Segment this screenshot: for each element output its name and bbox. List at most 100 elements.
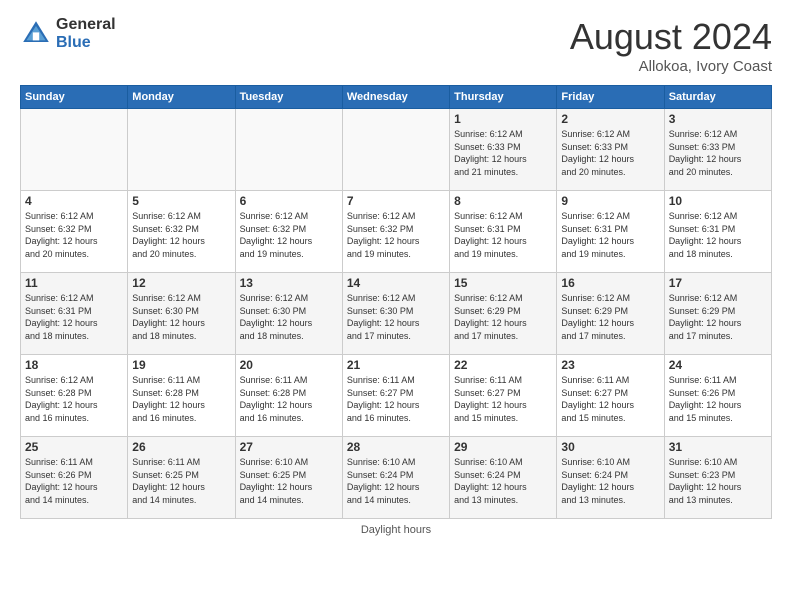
day-info: Sunrise: 6:11 AM Sunset: 6:28 PM Dayligh… — [132, 374, 230, 424]
calendar-day-cell: 15 Sunrise: 6:12 AM Sunset: 6:29 PM Dayli… — [450, 273, 557, 355]
calendar-week-row: 1 Sunrise: 6:12 AM Sunset: 6:33 PM Daylig… — [21, 109, 772, 191]
day-info: Sunrise: 6:12 AM Sunset: 6:31 PM Dayligh… — [669, 210, 767, 260]
day-info: Sunrise: 6:12 AM Sunset: 6:30 PM Dayligh… — [132, 292, 230, 342]
calendar-day-cell: 14 Sunrise: 6:12 AM Sunset: 6:30 PM Dayli… — [342, 273, 449, 355]
calendar-week-row: 18 Sunrise: 6:12 AM Sunset: 6:28 PM Dayli… — [21, 355, 772, 437]
calendar-day-cell: 31 Sunrise: 6:10 AM Sunset: 6:23 PM Dayli… — [664, 437, 771, 519]
calendar-day-cell: 9Sunrise: 6:12 AM Sunset: 6:31 PM Daylig… — [557, 191, 664, 273]
day-number: 28 — [347, 440, 445, 454]
day-number: 30 — [561, 440, 659, 454]
calendar-week-row: 25Sunrise: 6:11 AM Sunset: 6:26 PM Dayli… — [21, 437, 772, 519]
day-info: Sunrise: 6:11 AM Sunset: 6:26 PM Dayligh… — [669, 374, 767, 424]
day-info: Sunrise: 6:11 AM Sunset: 6:27 PM Dayligh… — [561, 374, 659, 424]
calendar-day-cell: 2 Sunrise: 6:12 AM Sunset: 6:33 PM Daylig… — [557, 109, 664, 191]
day-number: 18 — [25, 358, 123, 372]
calendar-day-cell: 4 Sunrise: 6:12 AM Sunset: 6:32 PM Daylig… — [21, 191, 128, 273]
day-number: 10 — [669, 194, 767, 208]
day-info: Sunrise: 6:10 AM Sunset: 6:25 PM Dayligh… — [240, 456, 338, 506]
calendar-day-cell: 12 Sunrise: 6:12 AM Sunset: 6:30 PM Dayli… — [128, 273, 235, 355]
calendar-day-cell — [128, 109, 235, 191]
day-info: Sunrise: 6:12 AM Sunset: 6:33 PM Dayligh… — [454, 128, 552, 178]
day-info: Sunrise: 6:11 AM Sunset: 6:26 PM Dayligh… — [25, 456, 123, 506]
day-number: 16 — [561, 276, 659, 290]
day-number: 4 — [25, 194, 123, 208]
calendar-day-cell: 16 Sunrise: 6:12 AM Sunset: 6:29 PM Dayli… — [557, 273, 664, 355]
day-header-thursday: Thursday — [450, 86, 557, 109]
calendar-day-cell — [21, 109, 128, 191]
month-year: August 2024 — [570, 16, 772, 58]
day-info: Sunrise: 6:12 AM Sunset: 6:31 PM Dayligh… — [25, 292, 123, 342]
calendar-day-cell: 23Sunrise: 6:11 AM Sunset: 6:27 PM Dayli… — [557, 355, 664, 437]
day-number: 7 — [347, 194, 445, 208]
day-info: Sunrise: 6:12 AM Sunset: 6:30 PM Dayligh… — [347, 292, 445, 342]
day-info: Sunrise: 6:10 AM Sunset: 6:24 PM Dayligh… — [347, 456, 445, 506]
footer: Daylight hours — [20, 524, 772, 536]
calendar-day-cell — [342, 109, 449, 191]
day-number: 21 — [347, 358, 445, 372]
day-info: Sunrise: 6:12 AM Sunset: 6:31 PM Dayligh… — [454, 210, 552, 260]
logo-blue-text: Blue — [56, 34, 116, 52]
day-number: 5 — [132, 194, 230, 208]
day-number: 24 — [669, 358, 767, 372]
calendar-day-cell — [235, 109, 342, 191]
day-info: Sunrise: 6:11 AM Sunset: 6:27 PM Dayligh… — [454, 374, 552, 424]
day-header-sunday: Sunday — [21, 86, 128, 109]
day-number: 31 — [669, 440, 767, 454]
day-number: 17 — [669, 276, 767, 290]
logo-general-text: General — [56, 16, 116, 34]
day-number: 20 — [240, 358, 338, 372]
calendar-day-cell: 21Sunrise: 6:11 AM Sunset: 6:27 PM Dayli… — [342, 355, 449, 437]
day-info: Sunrise: 6:12 AM Sunset: 6:32 PM Dayligh… — [240, 210, 338, 260]
calendar-day-cell: 6 Sunrise: 6:12 AM Sunset: 6:32 PM Daylig… — [235, 191, 342, 273]
day-number: 15 — [454, 276, 552, 290]
day-number: 11 — [25, 276, 123, 290]
day-info: Sunrise: 6:11 AM Sunset: 6:25 PM Dayligh… — [132, 456, 230, 506]
day-number: 2 — [561, 112, 659, 126]
calendar-day-cell: 10 Sunrise: 6:12 AM Sunset: 6:31 PM Dayli… — [664, 191, 771, 273]
page: General Blue August 2024 Allokoa, Ivory … — [0, 0, 792, 612]
day-info: Sunrise: 6:12 AM Sunset: 6:28 PM Dayligh… — [25, 374, 123, 424]
calendar-day-cell: 13Sunrise: 6:12 AM Sunset: 6:30 PM Dayli… — [235, 273, 342, 355]
day-number: 12 — [132, 276, 230, 290]
calendar-day-cell: 11 Sunrise: 6:12 AM Sunset: 6:31 PM Dayli… — [21, 273, 128, 355]
calendar-day-cell: 7 Sunrise: 6:12 AM Sunset: 6:32 PM Daylig… — [342, 191, 449, 273]
calendar-day-cell: 5 Sunrise: 6:12 AM Sunset: 6:32 PM Daylig… — [128, 191, 235, 273]
calendar-day-cell: 19Sunrise: 6:11 AM Sunset: 6:28 PM Dayli… — [128, 355, 235, 437]
calendar-day-cell: 26Sunrise: 6:11 AM Sunset: 6:25 PM Dayli… — [128, 437, 235, 519]
day-number: 13 — [240, 276, 338, 290]
day-number: 14 — [347, 276, 445, 290]
day-number: 9 — [561, 194, 659, 208]
day-info: Sunrise: 6:12 AM Sunset: 6:29 PM Dayligh… — [561, 292, 659, 342]
day-info: Sunrise: 6:12 AM Sunset: 6:29 PM Dayligh… — [669, 292, 767, 342]
title-section: August 2024 Allokoa, Ivory Coast — [570, 16, 772, 75]
day-info: Sunrise: 6:11 AM Sunset: 6:28 PM Dayligh… — [240, 374, 338, 424]
calendar-day-cell: 20 Sunrise: 6:11 AM Sunset: 6:28 PM Dayli… — [235, 355, 342, 437]
day-number: 29 — [454, 440, 552, 454]
calendar-day-cell: 3Sunrise: 6:12 AM Sunset: 6:33 PM Daylig… — [664, 109, 771, 191]
day-header-monday: Monday — [128, 86, 235, 109]
day-number: 1 — [454, 112, 552, 126]
calendar-day-cell: 24 Sunrise: 6:11 AM Sunset: 6:26 PM Dayli… — [664, 355, 771, 437]
day-info: Sunrise: 6:12 AM Sunset: 6:33 PM Dayligh… — [561, 128, 659, 178]
day-info: Sunrise: 6:12 AM Sunset: 6:32 PM Dayligh… — [132, 210, 230, 260]
day-number: 6 — [240, 194, 338, 208]
logo-text: General Blue — [56, 16, 116, 51]
calendar-week-row: 11 Sunrise: 6:12 AM Sunset: 6:31 PM Dayli… — [21, 273, 772, 355]
calendar-day-cell: 22 Sunrise: 6:11 AM Sunset: 6:27 PM Dayli… — [450, 355, 557, 437]
calendar-week-row: 4 Sunrise: 6:12 AM Sunset: 6:32 PM Daylig… — [21, 191, 772, 273]
day-info: Sunrise: 6:10 AM Sunset: 6:23 PM Dayligh… — [669, 456, 767, 506]
day-info: Sunrise: 6:12 AM Sunset: 6:32 PM Dayligh… — [25, 210, 123, 260]
calendar-day-cell: 29Sunrise: 6:10 AM Sunset: 6:24 PM Dayli… — [450, 437, 557, 519]
day-header-saturday: Saturday — [664, 86, 771, 109]
calendar-day-cell: 28 Sunrise: 6:10 AM Sunset: 6:24 PM Dayli… — [342, 437, 449, 519]
day-header-wednesday: Wednesday — [342, 86, 449, 109]
logo-icon — [20, 18, 52, 50]
day-header-tuesday: Tuesday — [235, 86, 342, 109]
calendar-day-cell: 18 Sunrise: 6:12 AM Sunset: 6:28 PM Dayli… — [21, 355, 128, 437]
day-number: 22 — [454, 358, 552, 372]
day-info: Sunrise: 6:12 AM Sunset: 6:32 PM Dayligh… — [347, 210, 445, 260]
day-info: Sunrise: 6:12 AM Sunset: 6:29 PM Dayligh… — [454, 292, 552, 342]
day-number: 27 — [240, 440, 338, 454]
calendar-day-cell: 30Sunrise: 6:10 AM Sunset: 6:24 PM Dayli… — [557, 437, 664, 519]
location: Allokoa, Ivory Coast — [570, 58, 772, 75]
